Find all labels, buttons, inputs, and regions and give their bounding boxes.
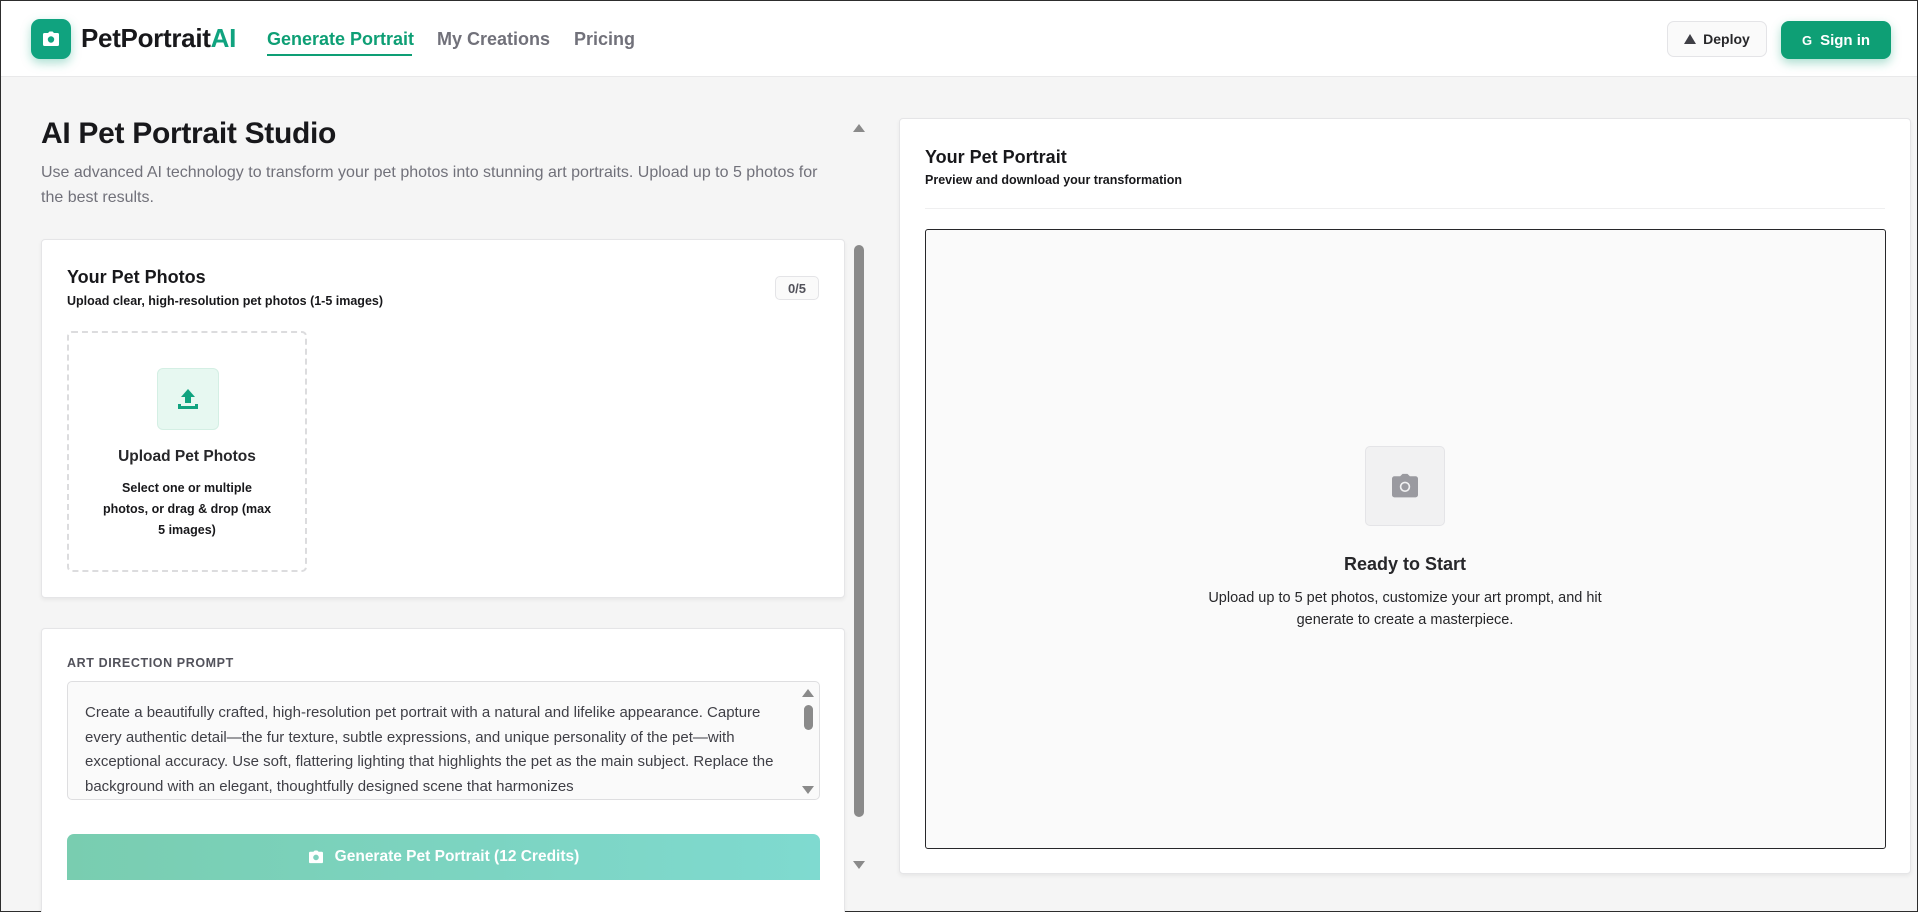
art-direction-prompt-textarea[interactable]: Create a beautifully crafted, high-resol… [67, 681, 820, 800]
brand-logo-text[interactable]: PetPortraitAI [81, 23, 236, 54]
upload-icon [157, 368, 219, 430]
preview-subtitle: Preview and download your transformation [925, 173, 1182, 187]
page-title: AI Pet Portrait Studio [41, 117, 337, 150]
generate-portrait-button[interactable]: Generate Pet Portrait (12 Credits) [67, 834, 820, 880]
camera-icon [1365, 446, 1445, 526]
ready-title: Ready to Start [1343, 554, 1467, 574]
prompt-text[interactable]: Create a beautifully crafted, high-resol… [85, 701, 785, 799]
photos-card-title: Your Pet Photos [67, 267, 206, 287]
prompt-label: ART DIRECTION PROMPT [67, 656, 234, 670]
dropzone-subtitle: Select one or multiple photos, or drag &… [102, 481, 272, 537]
upload-dropzone[interactable]: Upload Pet Photos Select one or multiple… [67, 331, 307, 572]
preview-title: Your Pet Portrait [925, 147, 1067, 167]
nav-active-indicator [267, 54, 412, 56]
photos-card-subtitle: Upload clear, high-resolution pet photos… [67, 294, 384, 308]
scroll-down-icon[interactable] [853, 861, 865, 869]
sign-in-label: Sign in [1820, 31, 1871, 49]
prompt-scroll-up-icon[interactable] [802, 689, 814, 697]
logo-icon[interactable] [31, 19, 71, 59]
page-description: Use advanced AI technology to transform … [41, 164, 818, 206]
deploy-button[interactable]: Deploy [1667, 21, 1767, 57]
prompt-scroll-down-icon[interactable] [802, 786, 814, 794]
prompt-scrollbar-thumb[interactable] [804, 705, 813, 730]
deploy-label: Deploy [1703, 31, 1750, 47]
triangle-icon [1684, 34, 1697, 44]
main-scrollbar-thumb[interactable] [854, 245, 864, 817]
preview-area: Ready to Start Upload up to 5 pet photos… [925, 229, 1886, 849]
dropzone-title: Upload Pet Photos [118, 448, 256, 465]
nav-my-creations[interactable]: My Creations [437, 29, 550, 50]
scroll-up-icon[interactable] [853, 124, 865, 132]
camera-icon [308, 850, 323, 864]
generate-label: Generate Pet Portrait (12 Credits) [334, 848, 580, 865]
google-icon: G [1801, 32, 1813, 48]
sign-in-button[interactable]: G Sign in [1781, 21, 1891, 59]
nav-generate-portrait[interactable]: Generate Portrait [267, 29, 414, 50]
ready-description: Upload up to 5 pet photos, customize you… [1208, 590, 1602, 628]
nav-pricing[interactable]: Pricing [574, 29, 635, 50]
photo-count-badge: 0/5 [775, 276, 819, 300]
preview-divider [925, 208, 1885, 209]
top-navbar: PetPortraitAI Generate Portrait My Creat… [1, 1, 1917, 77]
